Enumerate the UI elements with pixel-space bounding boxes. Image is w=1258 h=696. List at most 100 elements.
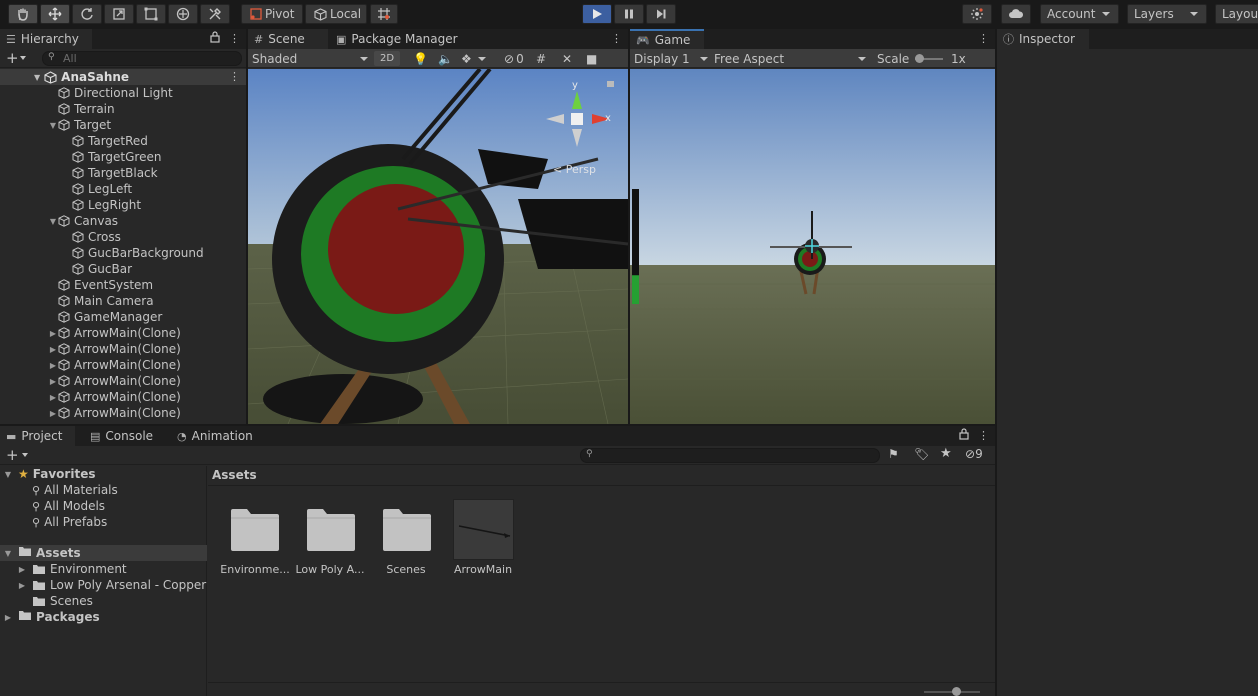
hierarchy-item[interactable]: Cross — [0, 229, 246, 245]
grid-snap-button[interactable] — [370, 4, 398, 24]
assets-root-row[interactable]: ▼ Assets — [0, 545, 207, 561]
hierarchy-item[interactable]: ▶ ArrowMain(Clone) — [0, 325, 246, 341]
create-plus-icon[interactable]: + — [6, 49, 19, 67]
scale-slider-thumb[interactable] — [915, 54, 924, 63]
scene-root-row[interactable]: ▼ AnaSahne ⋮ — [0, 69, 246, 85]
hierarchy-item[interactable]: Directional Light — [0, 85, 246, 101]
fold-arrow-icon[interactable]: ▼ — [48, 121, 58, 130]
scene-menu-icon[interactable]: ⋮ — [229, 70, 240, 83]
hierarchy-item[interactable]: ▼ Target — [0, 117, 246, 133]
tab-animation[interactable]: ◔ Animation — [171, 426, 261, 446]
account-dropdown[interactable]: Account — [1040, 4, 1119, 24]
rotate-tool-icon[interactable] — [72, 4, 102, 24]
scale-slider[interactable] — [915, 54, 943, 63]
hierarchy-menu-icon[interactable]: ⋮ — [229, 32, 240, 45]
transform-tool-icon[interactable] — [168, 4, 198, 24]
scene-menu-icon[interactable]: ⋮ — [611, 32, 622, 45]
fold-arrow-icon[interactable]: ▶ — [48, 377, 58, 386]
search-by-type-icon[interactable]: ⚑ — [888, 447, 899, 461]
scene-viewport[interactable]: y x < Persp — [248, 69, 628, 424]
fold-arrow-icon[interactable]: ▶ — [48, 409, 58, 418]
asset-tree-item[interactable]: Scenes — [16, 593, 93, 609]
layout-dropdown[interactable]: Layou — [1215, 4, 1258, 24]
layers-dropdown[interactable]: Layers — [1127, 4, 1207, 24]
step-button[interactable] — [646, 4, 676, 24]
fold-arrow-icon[interactable]: ▼ — [34, 73, 40, 82]
tab-scene[interactable]: # Scene — [248, 29, 328, 49]
chevron-down-icon[interactable] — [22, 453, 28, 457]
fold-arrow-icon[interactable]: ▶ — [48, 329, 58, 338]
lighting-toggle-icon[interactable]: 💡 — [413, 51, 428, 66]
game-viewport[interactable] — [630, 69, 995, 424]
scale-tool-icon[interactable] — [104, 4, 134, 24]
fold-arrow-icon[interactable]: ▶ — [16, 581, 28, 590]
favorite-item[interactable]: ⚲ All Materials — [32, 482, 118, 498]
hierarchy-item[interactable]: ▶ ArrowMain(Clone) — [0, 405, 246, 421]
cloud-button[interactable] — [1001, 4, 1031, 24]
hierarchy-item[interactable]: Main Camera — [0, 293, 246, 309]
camera-icon[interactable]: ■ — [586, 51, 597, 66]
asset-tree-item[interactable]: ▶ Low Poly Arsenal - Copper — [16, 577, 206, 593]
packages-row[interactable]: ▶ Packages — [0, 609, 100, 625]
tools-icon[interactable]: ✕ — [562, 51, 572, 66]
grid-toggle-icon[interactable]: # — [536, 51, 546, 66]
breadcrumb[interactable]: Assets — [212, 468, 257, 482]
shading-mode-dropdown[interactable]: Shaded — [252, 51, 368, 66]
local-toggle-button[interactable]: Local — [305, 4, 367, 24]
persp-label[interactable]: < Persp — [553, 163, 596, 176]
hidden-objects-toggle[interactable]: ⊘ 0 — [504, 51, 524, 66]
asset-tree-item[interactable]: ▶ Environment — [16, 561, 127, 577]
icon-size-slider-thumb[interactable] — [952, 687, 961, 696]
hierarchy-item[interactable]: ▶ ArrowMain(Clone) — [0, 389, 246, 405]
aspect-dropdown[interactable]: Free Aspect — [714, 51, 866, 66]
fold-arrow-icon[interactable]: ▶ — [48, 361, 58, 370]
chevron-down-icon[interactable] — [478, 51, 486, 66]
arrow-prefab-thumbnail[interactable] — [453, 499, 514, 560]
favorites-row[interactable]: ▼ ★ Favorites — [0, 466, 96, 482]
fold-arrow-icon[interactable]: ▶ — [48, 345, 58, 354]
hierarchy-item[interactable]: TargetGreen — [0, 149, 246, 165]
hierarchy-item[interactable]: Terrain — [0, 101, 246, 117]
hierarchy-item[interactable]: ▼ Canvas — [0, 213, 246, 229]
folder-icon[interactable] — [230, 508, 280, 552]
hierarchy-search-input[interactable]: ⚲ All — [42, 51, 242, 66]
hierarchy-item[interactable]: GucBar — [0, 261, 246, 277]
fold-arrow-icon[interactable]: ▼ — [2, 470, 14, 479]
lock-icon[interactable] — [959, 428, 969, 443]
hidden-packages-toggle[interactable]: ⊘ 9 — [965, 447, 983, 461]
chevron-down-icon[interactable] — [20, 56, 26, 60]
collab-button[interactable] — [962, 4, 992, 24]
custom-tools-icon[interactable] — [200, 4, 230, 24]
play-button[interactable] — [582, 4, 612, 24]
favorite-star-icon[interactable]: ★ — [940, 446, 952, 461]
hierarchy-item[interactable]: TargetBlack — [0, 165, 246, 181]
hierarchy-item[interactable]: ▶ ArrowMain(Clone) — [0, 357, 246, 373]
hierarchy-item[interactable]: ▶ ArrowMain(Clone) — [0, 341, 246, 357]
display-dropdown[interactable]: Display 1 — [634, 51, 708, 66]
fold-arrow-icon[interactable]: ▼ — [48, 217, 58, 226]
hand-tool-icon[interactable] — [8, 4, 38, 24]
icon-size-slider[interactable] — [924, 687, 980, 696]
lock-icon[interactable] — [210, 31, 220, 46]
audio-toggle-icon[interactable]: 🔈 — [438, 51, 453, 66]
move-tool-icon[interactable] — [40, 4, 70, 24]
hierarchy-item[interactable]: TargetRed — [0, 133, 246, 149]
effects-toggle-icon[interactable]: ❖ — [461, 51, 472, 66]
rect-tool-icon[interactable] — [136, 4, 166, 24]
hierarchy-item[interactable]: GucBarBackground — [0, 245, 246, 261]
game-menu-icon[interactable]: ⋮ — [978, 32, 989, 45]
tab-project[interactable]: ▬ Project — [0, 426, 75, 446]
tab-game[interactable]: 🎮 Game — [630, 29, 704, 49]
pause-button[interactable] — [614, 4, 644, 24]
project-menu-icon[interactable]: ⋮ — [978, 429, 989, 442]
hierarchy-item[interactable]: LegRight — [0, 197, 246, 213]
tab-package-manager[interactable]: ▣ Package Manager — [330, 29, 470, 49]
tab-hierarchy[interactable]: ☰ Hierarchy — [0, 29, 92, 49]
fold-arrow-icon[interactable]: ▶ — [16, 565, 28, 574]
create-plus-icon[interactable]: + — [6, 446, 19, 464]
label-tag-icon[interactable]: 🏷 — [914, 447, 929, 461]
hierarchy-item[interactable]: ▶ ArrowMain(Clone) — [0, 373, 246, 389]
tab-inspector[interactable]: ⓘ Inspector — [997, 29, 1089, 49]
fold-arrow-icon[interactable]: ▶ — [2, 613, 14, 622]
hierarchy-item[interactable]: GameManager — [0, 309, 246, 325]
